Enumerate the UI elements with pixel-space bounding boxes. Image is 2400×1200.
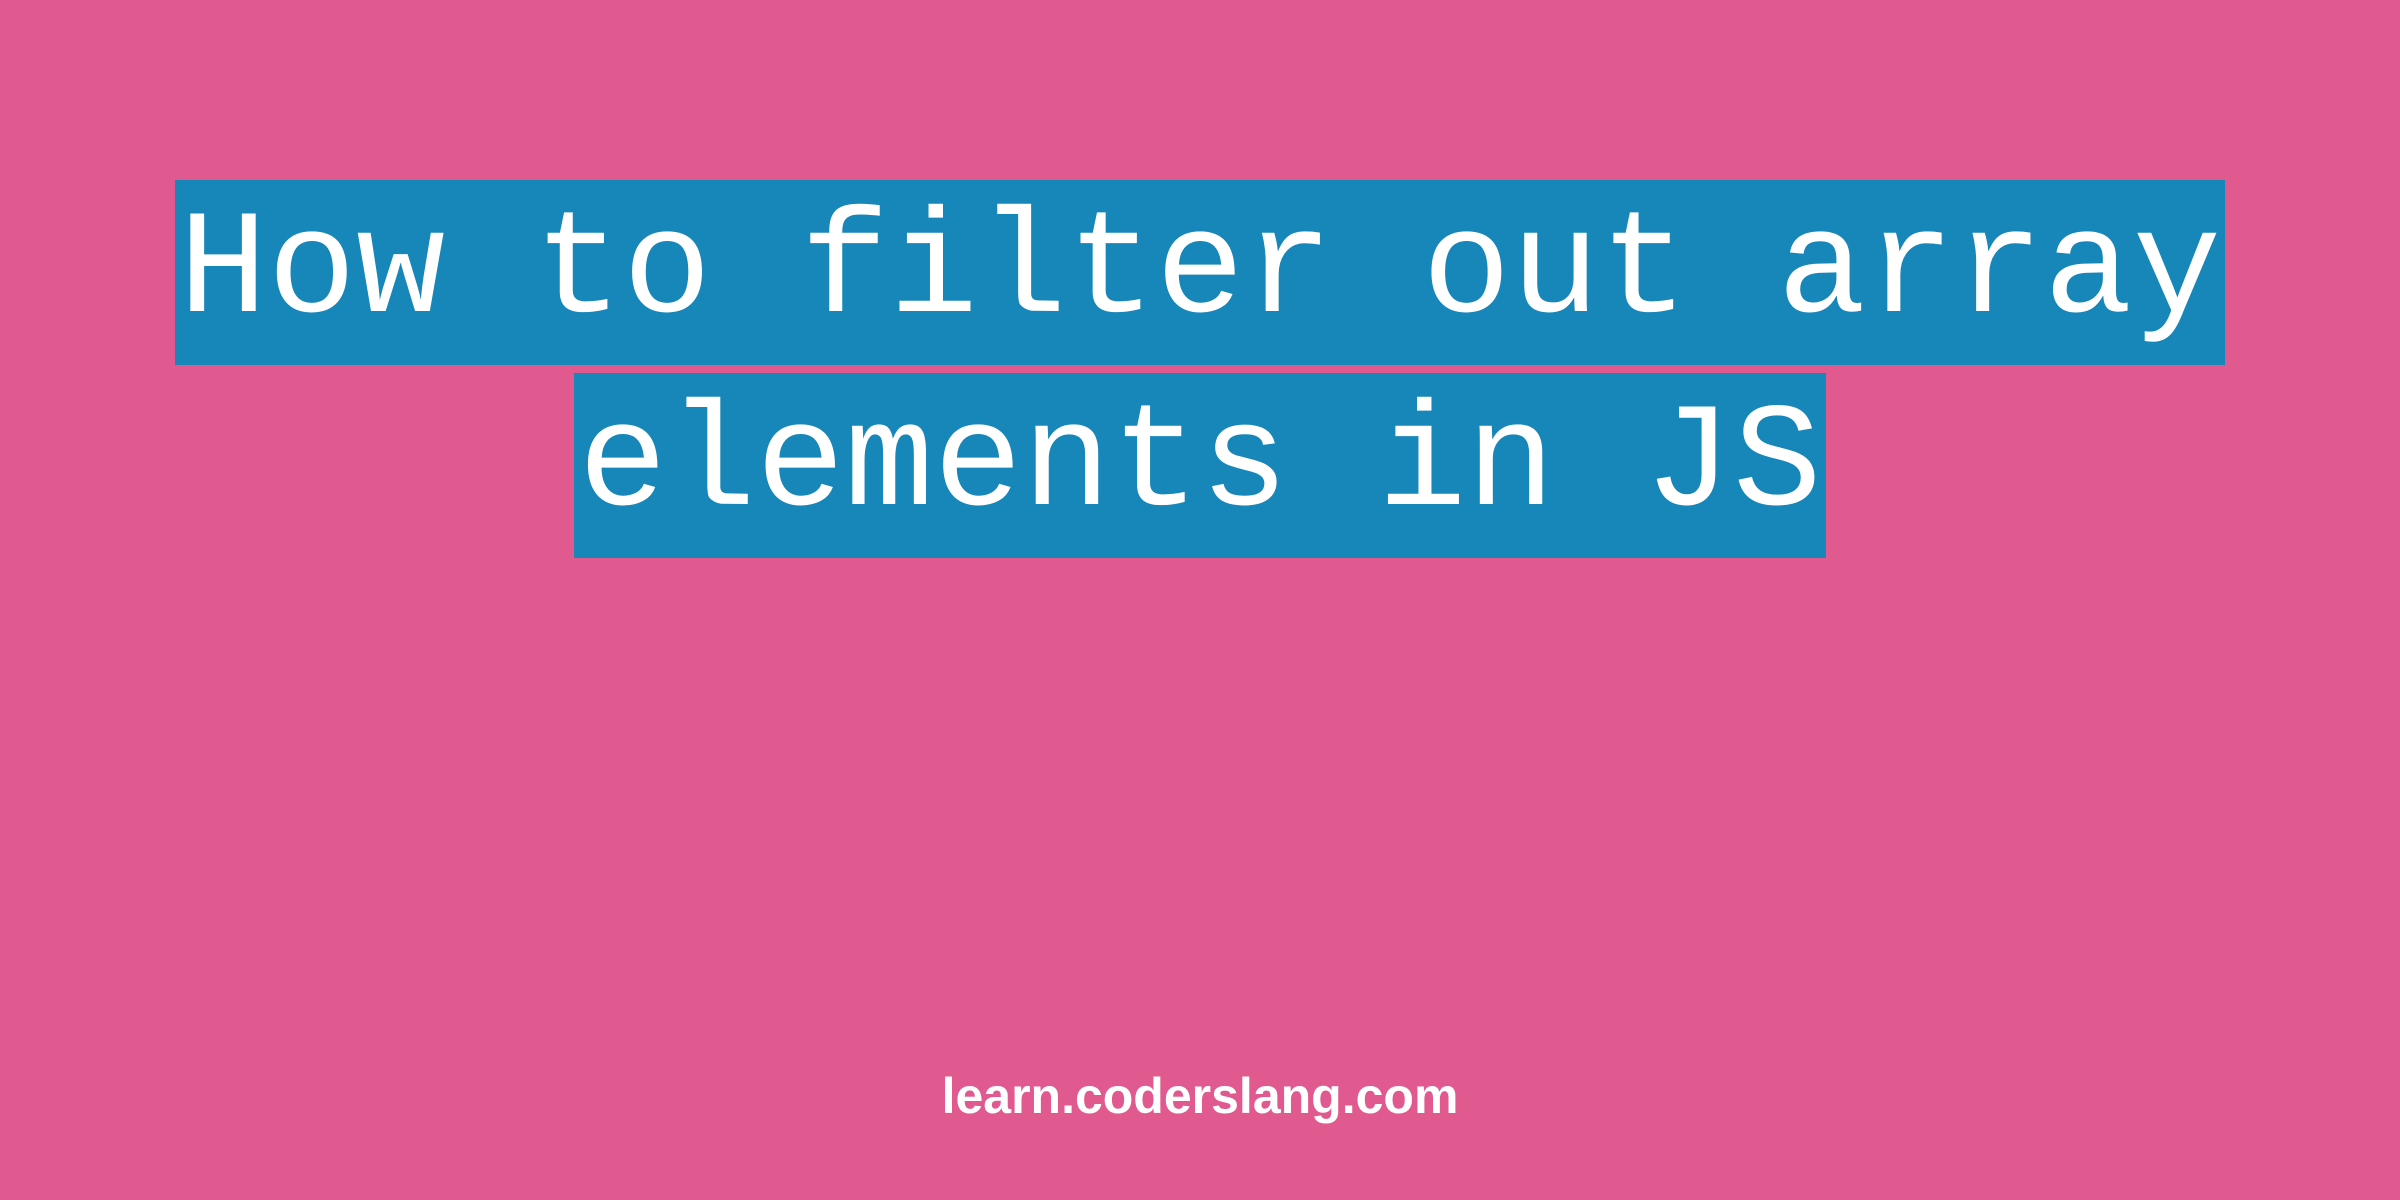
title-container: How to filter out array elements in JS: [0, 180, 2400, 558]
title-line-2: elements in JS: [574, 373, 1825, 558]
title-line-1: How to filter out array: [175, 180, 2226, 365]
footer-url: learn.coderslang.com: [0, 1067, 2400, 1125]
